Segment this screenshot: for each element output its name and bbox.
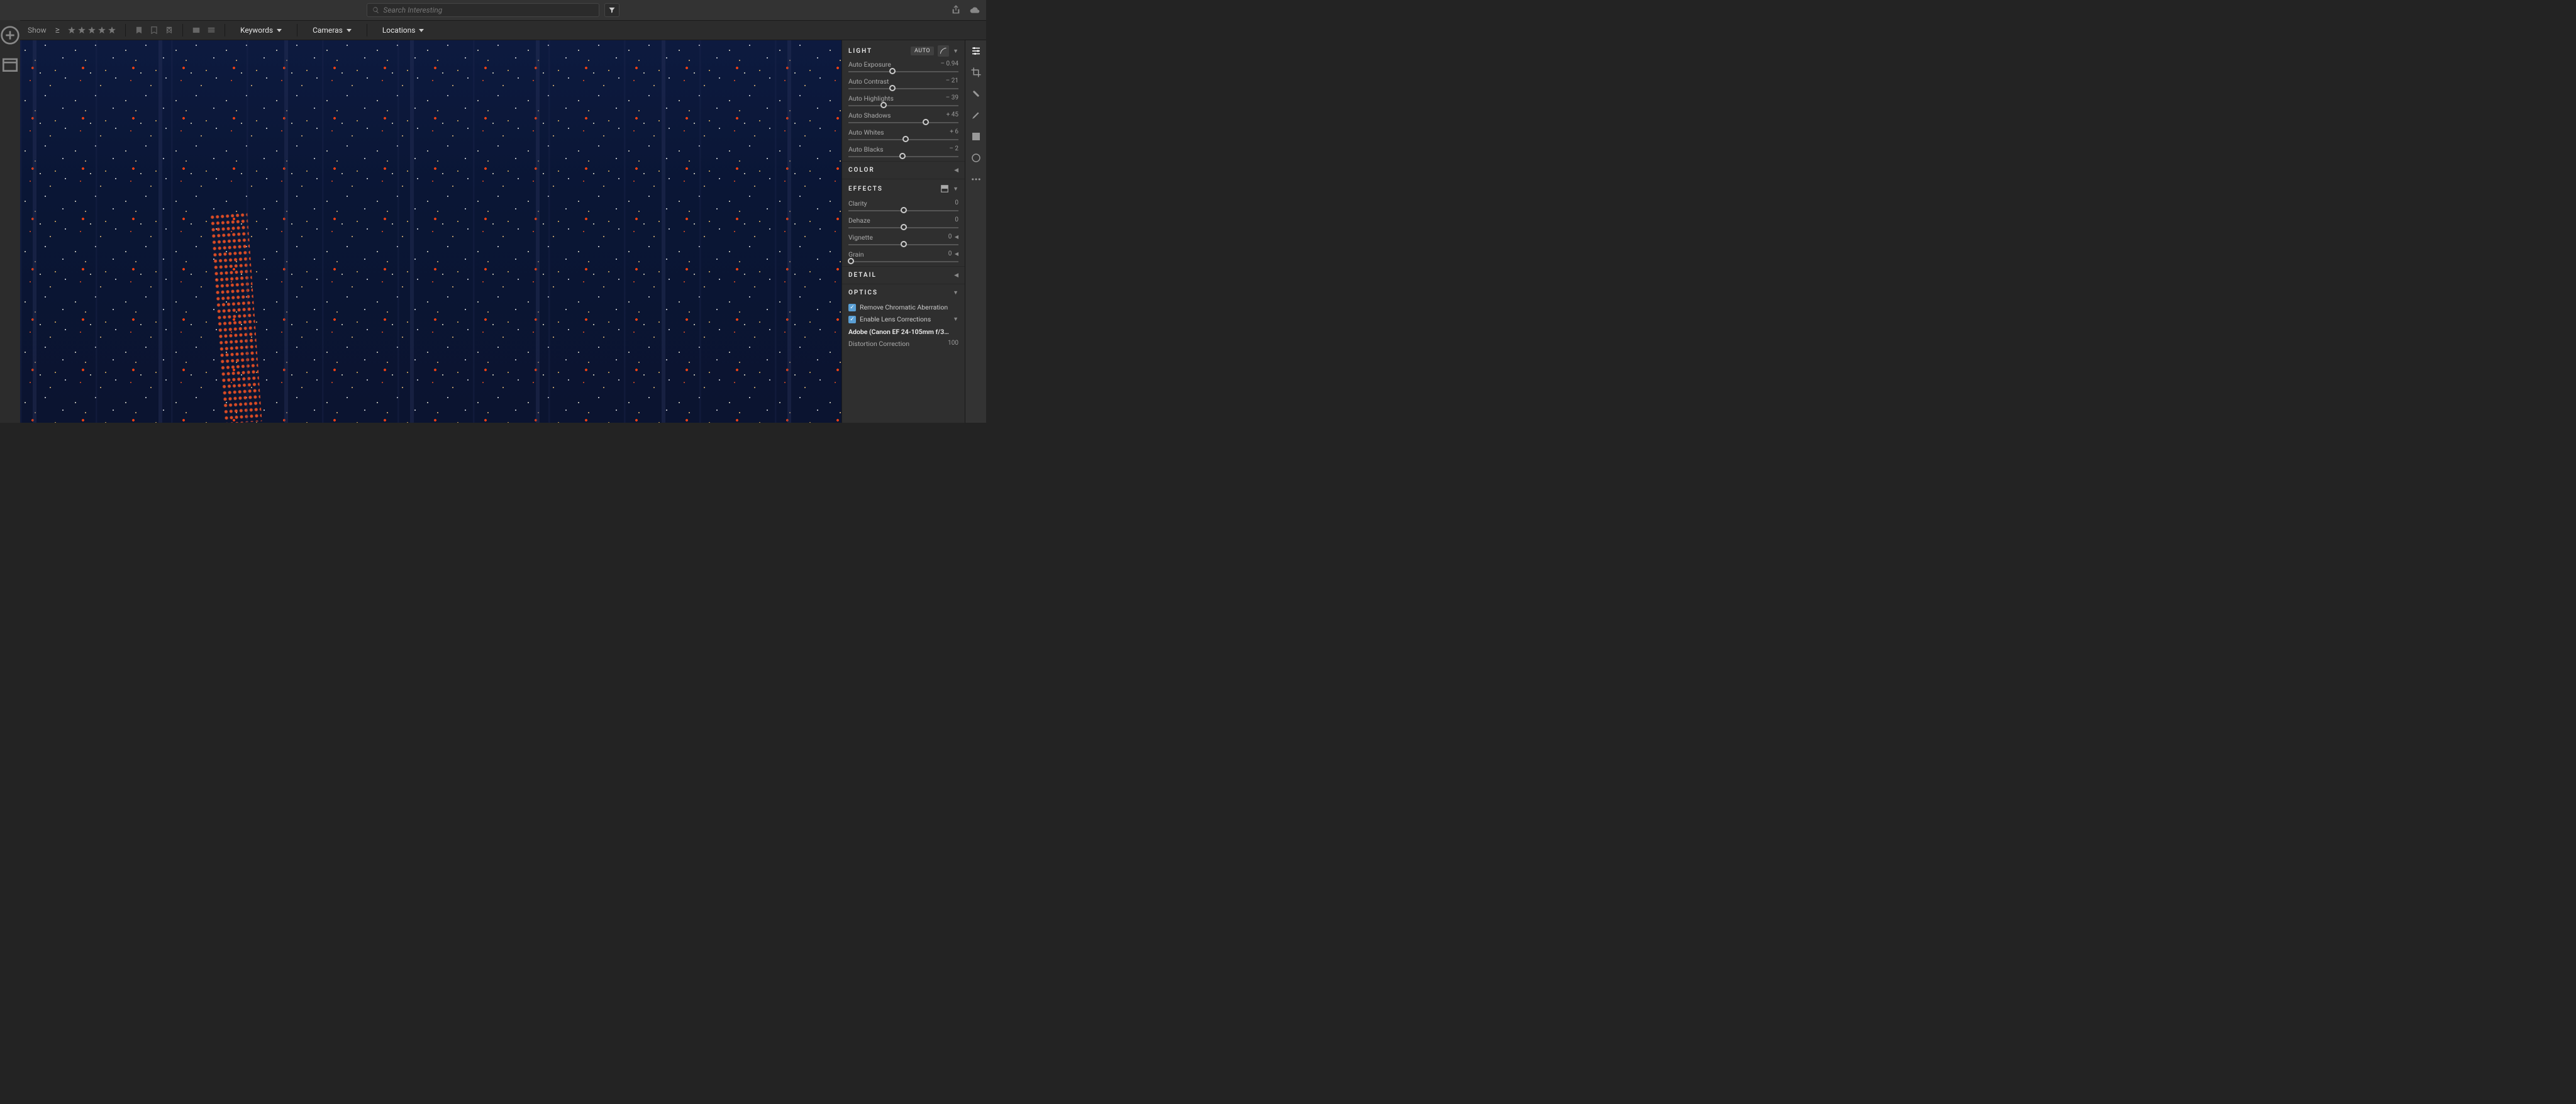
- tone-curve-button[interactable]: [938, 45, 949, 57]
- image-canvas[interactable]: [20, 40, 841, 423]
- enable-lens-checkbox[interactable]: ✓ Enable Lens Corrections ▼: [842, 313, 965, 325]
- star-icon: [108, 26, 116, 35]
- collapse-icon[interactable]: ▼: [953, 186, 958, 192]
- gte-symbol[interactable]: ≥: [55, 25, 60, 35]
- star-icon: [77, 26, 86, 35]
- slider-auto blacks[interactable]: Auto Blacks– 2: [842, 144, 965, 161]
- light-section-header[interactable]: LIGHT AUTO ▼: [842, 40, 965, 59]
- checkbox-checked-icon: ✓: [848, 304, 856, 311]
- flag-filters[interactable]: [135, 26, 174, 35]
- filter-bar: Show ≥ Keywords Camera: [20, 20, 986, 40]
- slider-auto highlights[interactable]: Auto Highlights– 39: [842, 93, 965, 110]
- lens-profile[interactable]: Adobe (Canon EF 24-105mm f/3.5-5....: [842, 325, 965, 338]
- left-toolbar: [0, 20, 20, 423]
- edit-sliders-icon[interactable]: [970, 45, 982, 57]
- remove-ca-checkbox[interactable]: ✓ Remove Chromatic Aberration: [842, 301, 965, 313]
- auto-button[interactable]: AUTO: [911, 47, 934, 55]
- search-icon: [372, 6, 379, 14]
- brush-icon[interactable]: [970, 109, 982, 121]
- split-tone-icon[interactable]: [940, 184, 949, 193]
- expand-icon: ◀: [954, 167, 958, 174]
- distortion-slider[interactable]: Distortion Correction100: [842, 338, 965, 353]
- top-bar: [0, 0, 986, 20]
- share-icon[interactable]: [951, 5, 961, 15]
- slider-auto exposure[interactable]: Auto Exposure– 0.94: [842, 59, 965, 76]
- right-toolstrip: [965, 40, 986, 423]
- more-icon[interactable]: [970, 174, 982, 185]
- color-section-header[interactable]: COLOR ◀: [842, 161, 965, 179]
- dropdown-icon[interactable]: ▼: [953, 316, 958, 323]
- optics-section-header[interactable]: OPTICS ▼: [842, 284, 965, 301]
- crop-icon[interactable]: [970, 67, 982, 78]
- checkbox-checked-icon: ✓: [848, 316, 856, 323]
- locations-dropdown[interactable]: Locations: [376, 26, 431, 35]
- rating-filter[interactable]: [67, 26, 116, 35]
- list-view-icon[interactable]: [207, 26, 216, 35]
- effects-section-header[interactable]: EFFECTS ▼: [842, 179, 965, 198]
- filter-button[interactable]: [604, 3, 619, 17]
- search-field[interactable]: [367, 3, 599, 17]
- linear-gradient-icon[interactable]: [970, 131, 982, 142]
- collapse-icon[interactable]: ▼: [953, 48, 958, 55]
- slider-auto contrast[interactable]: Auto Contrast– 21: [842, 76, 965, 93]
- archive-icon[interactable]: [0, 54, 20, 74]
- slider-auto shadows[interactable]: Auto Shadows+ 45: [842, 110, 965, 127]
- radial-gradient-icon[interactable]: [970, 152, 982, 164]
- flag-rejected-icon[interactable]: [165, 26, 174, 35]
- search-input[interactable]: [383, 6, 594, 14]
- view-mode[interactable]: [192, 26, 216, 35]
- grid-view-icon[interactable]: [192, 26, 201, 35]
- slider-vignette[interactable]: Vignette0 ◀: [842, 232, 965, 249]
- flag-unflagged-icon[interactable]: [150, 26, 158, 35]
- add-photo-icon[interactable]: [0, 25, 20, 45]
- edit-panel: LIGHT AUTO ▼ Auto Exposure– 0.94 Auto Co…: [841, 40, 965, 423]
- star-icon: [67, 26, 76, 35]
- detail-section-header[interactable]: DETAIL ◀: [842, 266, 965, 284]
- cloud-icon[interactable]: [970, 5, 980, 15]
- keywords-dropdown[interactable]: Keywords: [234, 26, 288, 35]
- collapse-icon[interactable]: ▼: [953, 289, 958, 296]
- star-icon: [97, 26, 106, 35]
- expand-icon: ◀: [954, 272, 958, 279]
- funnel-icon: [608, 6, 616, 14]
- healing-icon[interactable]: [970, 88, 982, 99]
- slider-clarity[interactable]: Clarity0: [842, 198, 965, 215]
- cameras-dropdown[interactable]: Cameras: [306, 26, 358, 35]
- curve-icon: [940, 47, 947, 55]
- show-label: Show: [28, 26, 47, 35]
- slider-auto whites[interactable]: Auto Whites+ 6: [842, 127, 965, 144]
- star-icon: [87, 26, 96, 35]
- flag-picked-icon[interactable]: [135, 26, 143, 35]
- slider-grain[interactable]: Grain0 ◀: [842, 249, 965, 266]
- slider-dehaze[interactable]: Dehaze0: [842, 215, 965, 232]
